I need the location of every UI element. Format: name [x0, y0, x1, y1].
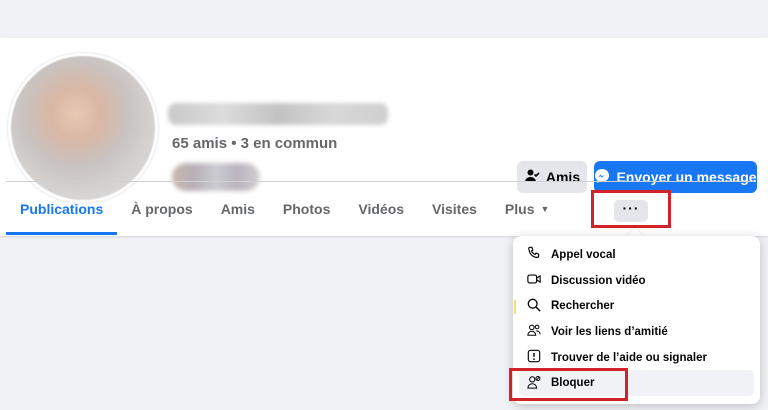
- phone-icon: [527, 246, 541, 263]
- send-message-label: Envoyer un message: [616, 169, 757, 185]
- tab-about[interactable]: À propos: [117, 182, 206, 235]
- menu-item-video-chat[interactable]: Discussion vidéo: [519, 268, 754, 294]
- blurred-profile-name: [168, 103, 388, 125]
- menu-item-label: Voir les liens d’amitié: [551, 325, 668, 338]
- video-camera-icon: [527, 272, 541, 289]
- tab-videos[interactable]: Vidéos: [344, 182, 418, 235]
- report-icon: [527, 349, 541, 366]
- menu-item-help-report[interactable]: Trouver de l’aide ou signaler: [519, 345, 754, 371]
- search-icon: [527, 298, 541, 315]
- menu-item-label: Appel vocal: [551, 248, 616, 261]
- menu-item-friendship-links[interactable]: Voir les liens d’amitié: [519, 319, 754, 345]
- menu-item-label: Discussion vidéo: [551, 274, 646, 287]
- profile-tabs: Publications À propos Amis Photos Vidéos…: [6, 182, 563, 235]
- tab-more-label: Plus: [504, 200, 535, 217]
- caret-down-icon: ▼: [540, 203, 550, 214]
- messenger-icon: [594, 168, 610, 187]
- page-top-band: [0, 0, 768, 38]
- menu-item-label: Rechercher: [551, 300, 615, 313]
- tab-more[interactable]: Plus ▼: [491, 182, 564, 235]
- tab-publications[interactable]: Publications: [6, 182, 118, 235]
- send-message-button[interactable]: Envoyer un message: [594, 161, 757, 193]
- menu-item-label: Trouver de l’aide ou signaler: [551, 351, 707, 364]
- friends-summary[interactable]: 65 amis • 3 en commun: [172, 135, 337, 152]
- highlight-box-more-button: [591, 190, 671, 228]
- menu-item-search[interactable]: Rechercher: [519, 293, 754, 319]
- decorative-edge-mark: [514, 300, 516, 314]
- menu-item-voice-call[interactable]: Appel vocal: [519, 242, 754, 268]
- highlight-box-block-item: [509, 368, 628, 401]
- tab-visits[interactable]: Visites: [418, 182, 491, 235]
- tab-photos[interactable]: Photos: [269, 182, 344, 235]
- tab-friends[interactable]: Amis: [207, 182, 269, 235]
- friends-icon: [527, 323, 541, 340]
